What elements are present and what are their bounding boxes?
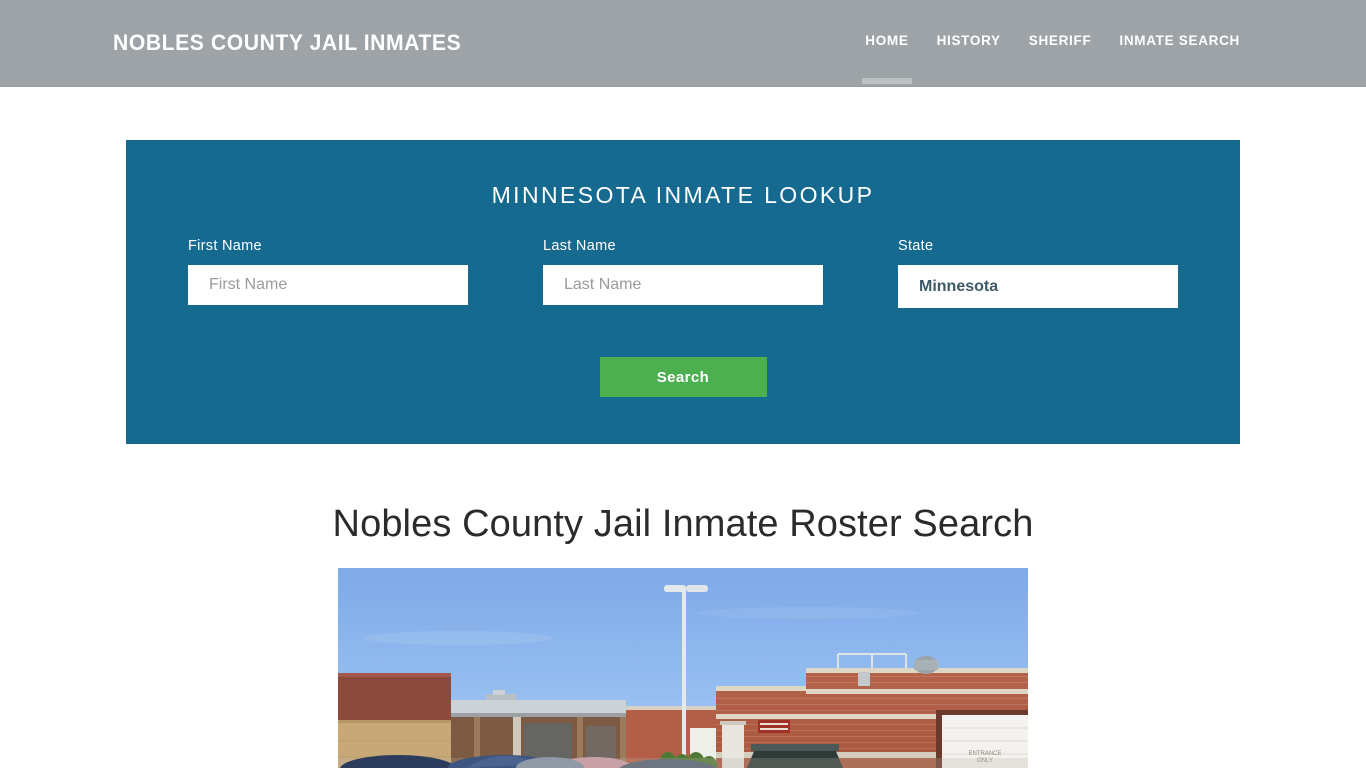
page-title: Nobles County Jail Inmate Roster Search [332,503,1034,545]
lookup-form-fields: First Name Last Name State Minnesota [126,238,1240,318]
nav-item-sheriff[interactable]: SHERIFF [1015,33,1106,49]
last-name-field-group: Last Name [543,238,823,305]
state-select[interactable]: Minnesota [898,265,1178,308]
nav-item-inmate-search[interactable]: INMATE SEARCH [1105,33,1254,49]
site-header: NOBLES COUNTY JAIL INMATES HOME HISTORY … [0,0,1366,87]
last-name-input[interactable] [543,265,823,305]
lookup-panel-title: MINNESOTA INMATE LOOKUP [491,182,875,208]
first-name-field-group: First Name [188,238,468,305]
inmate-lookup-panel: MINNESOTA INMATE LOOKUP First Name Last … [126,140,1240,444]
nav-item-history[interactable]: HISTORY [923,33,1015,49]
jail-building-photo: ENTRANCE ONLY [338,568,1028,768]
first-name-input[interactable] [188,265,468,305]
main-navigation: HOME HISTORY SHERIFF INMATE SEARCH [851,33,1254,49]
svg-text:ENTRANCE: ENTRANCE [968,751,1001,757]
jail-building-illustration: ENTRANCE ONLY [338,568,1028,768]
site-brand-logo[interactable]: NOBLES COUNTY JAIL INMATES [113,30,461,56]
first-name-label: First Name [188,238,262,254]
state-field-group: State Minnesota [898,238,1178,308]
search-button-container: Search [126,357,1240,397]
search-button[interactable]: Search [599,357,767,397]
nav-item-home[interactable]: HOME [851,33,922,49]
last-name-label: Last Name [543,238,616,254]
state-label: State [898,238,934,254]
